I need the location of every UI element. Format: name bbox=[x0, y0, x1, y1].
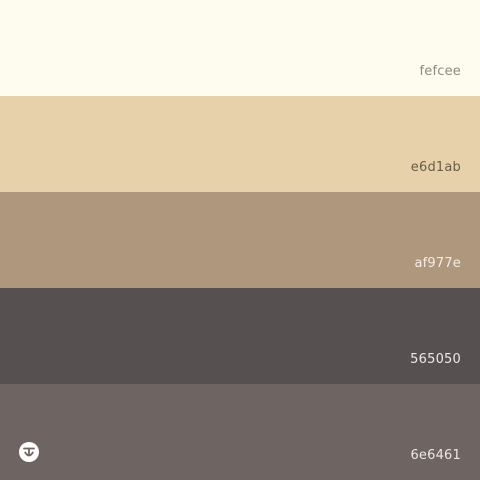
swatch-hex-label: 565050 bbox=[410, 352, 461, 367]
swatch-hex-label: af977e bbox=[414, 256, 461, 271]
swatch-hex-label: 6e6461 bbox=[410, 448, 461, 463]
color-palette: fefcee e6d1ab af977e 565050 6e6461 bbox=[0, 0, 480, 480]
color-swatch: e6d1ab bbox=[0, 96, 480, 192]
color-swatch: af977e bbox=[0, 192, 480, 288]
color-swatch: fefcee bbox=[0, 0, 480, 96]
color-swatch: 565050 bbox=[0, 288, 480, 384]
swatch-hex-label: e6d1ab bbox=[410, 160, 461, 175]
brand-logo-icon bbox=[19, 442, 39, 462]
swatch-hex-label: fefcee bbox=[419, 64, 461, 79]
color-swatch: 6e6461 bbox=[0, 384, 480, 480]
